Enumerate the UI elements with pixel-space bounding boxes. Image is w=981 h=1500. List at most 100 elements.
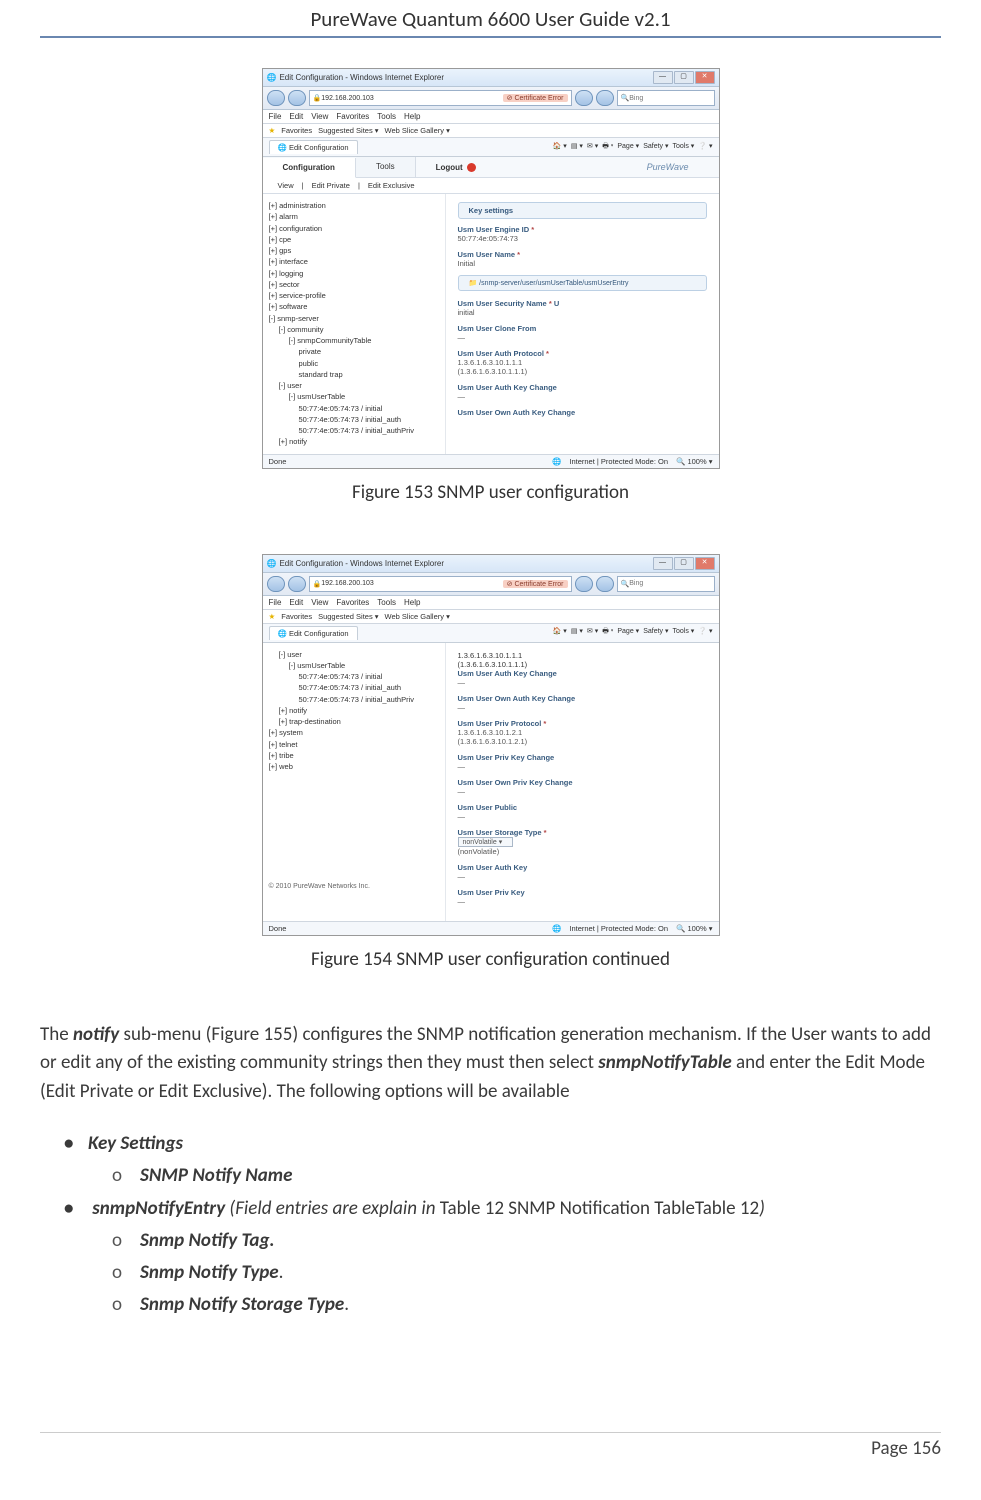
tree-web[interactable]: [+] web	[269, 761, 439, 772]
suggested-sites-link[interactable]: Suggested Sites ▾	[318, 126, 378, 135]
browser-tab[interactable]: 🌐 Edit Configuration	[269, 626, 358, 640]
url-input[interactable]: 🔒 192.168.200.103 ⊘ Certificate Error	[309, 90, 572, 106]
web-slice-gallery-link[interactable]: Web Slice Gallery ▾	[385, 612, 450, 621]
certificate-error-badge[interactable]: ⊘ Certificate Error	[503, 580, 568, 588]
forward-button[interactable]	[288, 90, 306, 106]
stop-button[interactable]	[596, 576, 614, 592]
suggested-sites-link[interactable]: Suggested Sites ▾	[318, 612, 378, 621]
help-icon[interactable]: ❔ ▾	[698, 142, 712, 153]
tree-private[interactable]: private	[269, 346, 439, 357]
tree-user[interactable]: [-] user	[269, 649, 439, 660]
tree-usm-user-table[interactable]: [-] usmUserTable	[269, 660, 439, 671]
print-icon[interactable]: 🖶 ▾	[602, 627, 613, 638]
tree-trap-destination[interactable]: [+] trap-destination	[269, 716, 439, 727]
tree-telnet[interactable]: [+] telnet	[269, 739, 439, 750]
close-button[interactable]: ✕	[695, 557, 715, 570]
refresh-button[interactable]	[575, 90, 593, 106]
menu-file[interactable]: File	[269, 112, 282, 121]
page-menu[interactable]: Page ▾	[617, 627, 639, 638]
tree-cpe[interactable]: [+] cpe	[269, 234, 439, 245]
storage-type-select[interactable]: nonVolatile ▾	[458, 837, 514, 847]
tree-software[interactable]: [+] software	[269, 301, 439, 312]
feeds-icon[interactable]: ▤ ▾	[571, 142, 583, 153]
tree-sector[interactable]: [+] sector	[269, 279, 439, 290]
home-icon[interactable]: 🏠 ▾	[553, 627, 567, 638]
subtab-edit-private[interactable]: Edit Private	[312, 181, 350, 190]
tree-interface[interactable]: [+] interface	[269, 256, 439, 267]
menu-file[interactable]: File	[269, 598, 282, 607]
tab-tools[interactable]: Tools	[356, 157, 416, 177]
stop-button[interactable]	[596, 90, 614, 106]
tree-user-entry-2[interactable]: 50:77:4e:05:74:73 / initial_auth	[269, 414, 439, 425]
tree-user-entry-1[interactable]: 50:77:4e:05:74:73 / initial	[269, 671, 439, 682]
maximize-button[interactable]: ▢	[674, 71, 694, 84]
tree-notify[interactable]: [+] notify	[269, 705, 439, 716]
print-icon[interactable]: 🖶 ▾	[602, 142, 613, 153]
menu-edit[interactable]: Edit	[289, 598, 303, 607]
menu-help[interactable]: Help	[404, 598, 420, 607]
home-icon[interactable]: 🏠 ▾	[553, 142, 567, 153]
tree-public[interactable]: public	[269, 358, 439, 369]
tree-user-entry-2[interactable]: 50:77:4e:05:74:73 / initial_auth	[269, 682, 439, 693]
search-input[interactable]: 🔍 Bing	[617, 576, 715, 592]
tree-administration[interactable]: [+] administration	[269, 200, 439, 211]
menu-favorites[interactable]: Favorites	[336, 598, 369, 607]
mail-icon[interactable]: ✉ ▾	[587, 142, 598, 153]
menu-view[interactable]: View	[311, 598, 328, 607]
tree-usm-user-table[interactable]: [-] usmUserTable	[269, 391, 439, 402]
menu-favorites[interactable]: Favorites	[336, 112, 369, 121]
tree-user-entry-3[interactable]: 50:77:4e:05:74:73 / initial_authPriv	[269, 425, 439, 436]
back-button[interactable]	[267, 90, 285, 106]
zoom-level[interactable]: 🔍 100% ▾	[676, 457, 712, 466]
help-icon[interactable]: ❔ ▾	[698, 627, 712, 638]
minimize-button[interactable]: —	[653, 557, 673, 570]
menu-edit[interactable]: Edit	[289, 112, 303, 121]
favorites-star-icon[interactable]: ★	[269, 612, 276, 621]
tree-user[interactable]: [-] user	[269, 380, 439, 391]
url-input[interactable]: 🔒 192.168.200.103 ⊘ Certificate Error	[309, 576, 572, 592]
config-tree[interactable]: [+] administration [+] alarm [+] configu…	[263, 194, 446, 454]
tree-user-entry-1[interactable]: 50:77:4e:05:74:73 / initial	[269, 403, 439, 414]
page-menu[interactable]: Page ▾	[617, 142, 639, 153]
menu-tools[interactable]: Tools	[377, 598, 396, 607]
logout-button[interactable]: Logout	[436, 163, 476, 172]
menu-tools[interactable]: Tools	[377, 112, 396, 121]
favorites-label[interactable]: Favorites	[281, 126, 312, 135]
safety-menu[interactable]: Safety ▾	[643, 142, 668, 153]
tree-tribe[interactable]: [+] tribe	[269, 750, 439, 761]
tree-notify[interactable]: [+] notify	[269, 436, 439, 447]
tab-configuration[interactable]: Configuration	[263, 158, 356, 178]
tree-gps[interactable]: [+] gps	[269, 245, 439, 256]
favorites-label[interactable]: Favorites	[281, 612, 312, 621]
refresh-button[interactable]	[575, 576, 593, 592]
tree-alarm[interactable]: [+] alarm	[269, 211, 439, 222]
maximize-button[interactable]: ▢	[674, 557, 694, 570]
tree-snmp-community-table[interactable]: [-] snmpCommunityTable	[269, 335, 439, 346]
zoom-level[interactable]: 🔍 100% ▾	[676, 924, 712, 933]
mail-icon[interactable]: ✉ ▾	[587, 627, 598, 638]
web-slice-gallery-link[interactable]: Web Slice Gallery ▾	[385, 126, 450, 135]
tree-community[interactable]: [-] community	[269, 324, 439, 335]
certificate-error-badge[interactable]: ⊘ Certificate Error	[503, 94, 568, 102]
forward-button[interactable]	[288, 576, 306, 592]
feeds-icon[interactable]: ▤ ▾	[571, 627, 583, 638]
tree-snmp-server[interactable]: [-] snmp-server	[269, 313, 439, 324]
config-tree[interactable]: [-] user [-] usmUserTable 50:77:4e:05:74…	[263, 643, 446, 921]
browser-tab[interactable]: 🌐 Edit Configuration	[269, 140, 358, 154]
tree-standard-trap[interactable]: standard trap	[269, 369, 439, 380]
subtab-view[interactable]: View	[278, 181, 294, 190]
search-input[interactable]: 🔍 Bing	[617, 90, 715, 106]
back-button[interactable]	[267, 576, 285, 592]
close-button[interactable]: ✕	[695, 71, 715, 84]
tools-menu[interactable]: Tools ▾	[673, 627, 695, 638]
tree-logging[interactable]: [+] logging	[269, 268, 439, 279]
tools-menu[interactable]: Tools ▾	[673, 142, 695, 153]
menu-help[interactable]: Help	[404, 112, 420, 121]
tree-service-profile[interactable]: [+] service-profile	[269, 290, 439, 301]
minimize-button[interactable]: —	[653, 71, 673, 84]
favorites-star-icon[interactable]: ★	[269, 126, 276, 135]
subtab-edit-exclusive[interactable]: Edit Exclusive	[368, 181, 415, 190]
safety-menu[interactable]: Safety ▾	[643, 627, 668, 638]
menu-view[interactable]: View	[311, 112, 328, 121]
tree-configuration[interactable]: [+] configuration	[269, 223, 439, 234]
